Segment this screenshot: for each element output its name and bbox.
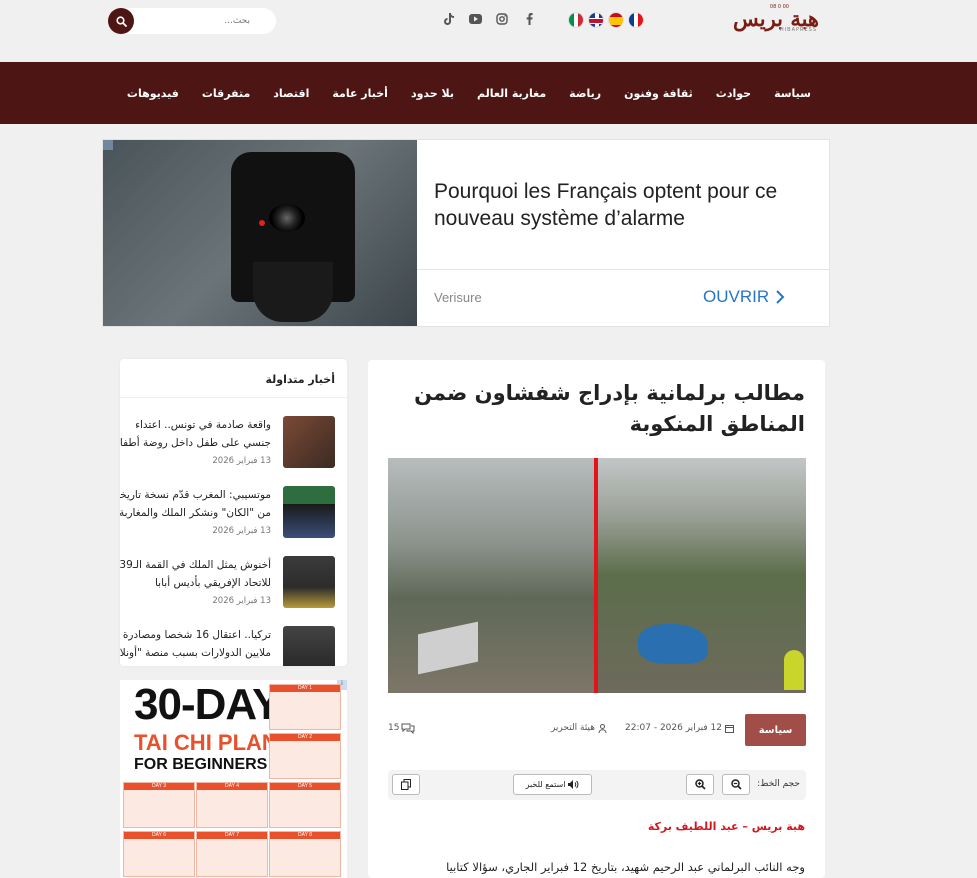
logo-subtext: HIBAPRESS [779, 27, 817, 33]
plan-day-card: DAY 4 [196, 782, 268, 828]
news-title[interactable]: أخنوش يمثل الملك في القمة الـ39 للاتحاد ا… [120, 556, 271, 592]
list-item[interactable]: تركيا.. اعتقال 16 شخصا ومصادرة ملايين الد… [120, 626, 347, 666]
news-thumbnail[interactable] [283, 486, 335, 538]
search-input[interactable] [136, 8, 270, 34]
article: مطالب برلمانية بإدراج شفشاون ضمن المناطق… [368, 360, 825, 878]
search-button[interactable] [108, 8, 134, 34]
widget-title: أخبار متداولة [265, 373, 335, 386]
main-nav: سياسة حوادث ثقافة وفنون رياضة مغاربة الع… [0, 62, 977, 124]
font-size-label: حجم الخط: [757, 779, 800, 789]
chevron-right-icon [776, 290, 785, 304]
ad-line-3: FOR BEGINNERS [134, 756, 268, 773]
article-image[interactable] [388, 458, 806, 693]
news-thumbnail[interactable] [283, 416, 335, 468]
site-logo[interactable]: 08 0 00 هبة بريس HIBAPRESS [729, 4, 819, 34]
language-switcher [568, 12, 644, 28]
ad-brand: Verisure [434, 290, 482, 305]
article-toolbar: حجم الخط: استمع للخبر [388, 770, 806, 800]
author-info[interactable]: هيئة التحرير [551, 723, 607, 733]
publish-date-text: 12 فبراير 2026 - 22:07 [625, 723, 722, 733]
nav-item-sports[interactable]: رياضة [569, 87, 601, 100]
nav-item-misc[interactable]: متفرقات [202, 87, 250, 100]
sidebar-ad[interactable]: 30-DAY TAI CHI PLAN FOR BEGINNERS i DAY … [120, 680, 347, 878]
nav-item-general-news[interactable]: أخبار عامة [332, 87, 388, 100]
comments-count-value: 15 [388, 723, 400, 733]
category-badge[interactable]: سياسة [745, 714, 806, 746]
english-flag-icon[interactable] [588, 12, 604, 28]
article-meta: سياسة هيئة التحرير 12 فبراير 2026 - 22:0… [388, 712, 806, 746]
ad-open-button[interactable]: OUVRIR [703, 287, 785, 307]
author-name: هيئة التحرير [550, 723, 596, 733]
news-thumbnail[interactable] [283, 626, 335, 666]
ad-line-2: TAI CHI PLAN [134, 730, 278, 755]
ad-banner[interactable]: Pourquoi les Français optent pour ce nou… [102, 139, 830, 327]
nav-item-accidents[interactable]: حوادث [716, 87, 751, 100]
nav-item-politics[interactable]: سياسة [774, 87, 811, 100]
font-increase-button[interactable] [686, 774, 714, 795]
listen-label: استمع للخبر [525, 780, 566, 789]
nav-item-without-borders[interactable]: بلا حدود [411, 87, 454, 100]
comments-icon [401, 723, 415, 734]
news-title[interactable]: واقعة صادمة في تونس.. اعتداء جنسي على طفل… [120, 416, 271, 452]
plan-day-card: DAY 8 [269, 831, 341, 877]
list-item[interactable]: واقعة صادمة في تونس.. اعتداء جنسي على طفل… [120, 416, 347, 472]
social-links [441, 12, 536, 26]
spanish-flag-icon[interactable] [608, 12, 624, 28]
ad-line-1: 30-DAY [134, 680, 281, 729]
article-title: مطالب برلمانية بإدراج شفشاون ضمن المناطق… [414, 381, 805, 436]
top-header: 08 0 00 هبة بريس HIBAPRESS [0, 0, 977, 62]
user-icon [598, 723, 607, 733]
font-decrease-button[interactable] [722, 774, 750, 795]
article-body: وجه النائب البرلماني عبد الرحيم شهيد، بت… [446, 860, 805, 874]
french-flag-icon[interactable] [628, 12, 644, 28]
publish-date: 12 فبراير 2026 - 22:07 [625, 723, 734, 733]
plan-day-card: DAY 6 [123, 831, 195, 877]
plan-day-card: DAY 5 [269, 782, 341, 828]
zoom-in-icon [694, 779, 706, 790]
security-camera-image [231, 152, 355, 322]
nav-item-moroccans-abroad[interactable]: مغاربة العالم [477, 87, 546, 100]
comments-count[interactable]: 15 [388, 723, 415, 734]
copy-icon [401, 779, 411, 790]
facebook-icon[interactable] [522, 12, 536, 26]
list-item[interactable]: أخنوش يمثل الملك في القمة الـ39 للاتحاد ا… [120, 556, 347, 612]
news-title[interactable]: موتسيبي: المغرب قدّم نسخة تاريخية من "الك… [120, 486, 271, 522]
instagram-icon[interactable] [495, 12, 509, 26]
plan-day-card: DAY 2 [269, 733, 341, 779]
news-thumbnail[interactable] [283, 556, 335, 608]
speaker-icon [568, 780, 579, 789]
list-item[interactable]: موتسيبي: المغرب قدّم نسخة تاريخية من "الك… [120, 486, 347, 542]
news-title[interactable]: تركيا.. اعتقال 16 شخصا ومصادرة ملايين الد… [120, 626, 271, 662]
ad-image [103, 140, 417, 326]
ad-choices-icon[interactable] [103, 140, 113, 150]
article-byline: هبة بريس – عبد اللطيف بركة [647, 820, 805, 833]
italian-flag-icon[interactable] [568, 12, 584, 28]
search-icon [115, 15, 127, 27]
tiktok-icon[interactable] [441, 12, 455, 26]
zoom-out-icon [730, 779, 742, 790]
plan-day-card: DAY 3 [123, 782, 195, 828]
plan-day-card: DAY 1 [269, 684, 341, 730]
search-box [108, 8, 276, 34]
listen-button[interactable]: استمع للخبر [513, 774, 592, 795]
copy-button[interactable] [392, 774, 420, 795]
nav-item-videos[interactable]: فيديوهات [127, 87, 179, 100]
nav-item-culture[interactable]: ثقافة وفنون [624, 87, 693, 100]
news-date: 13 فبراير 2026 [212, 456, 271, 466]
youtube-icon[interactable] [468, 12, 482, 26]
widget-divider [120, 397, 347, 398]
news-date: 13 فبراير 2026 [212, 526, 271, 536]
nav-item-economy[interactable]: اقتصاد [273, 87, 309, 100]
news-date: 13 فبراير 2026 [212, 596, 271, 606]
trending-news-widget: أخبار متداولة واقعة صادمة في تونس.. اعتد… [120, 359, 347, 666]
plan-day-card: DAY 7 [196, 831, 268, 877]
ad-headline[interactable]: Pourquoi les Français optent pour ce nou… [434, 178, 814, 232]
ad-divider [417, 269, 829, 270]
ad-open-label: OUVRIR [703, 287, 770, 306]
calendar-icon [725, 724, 734, 733]
